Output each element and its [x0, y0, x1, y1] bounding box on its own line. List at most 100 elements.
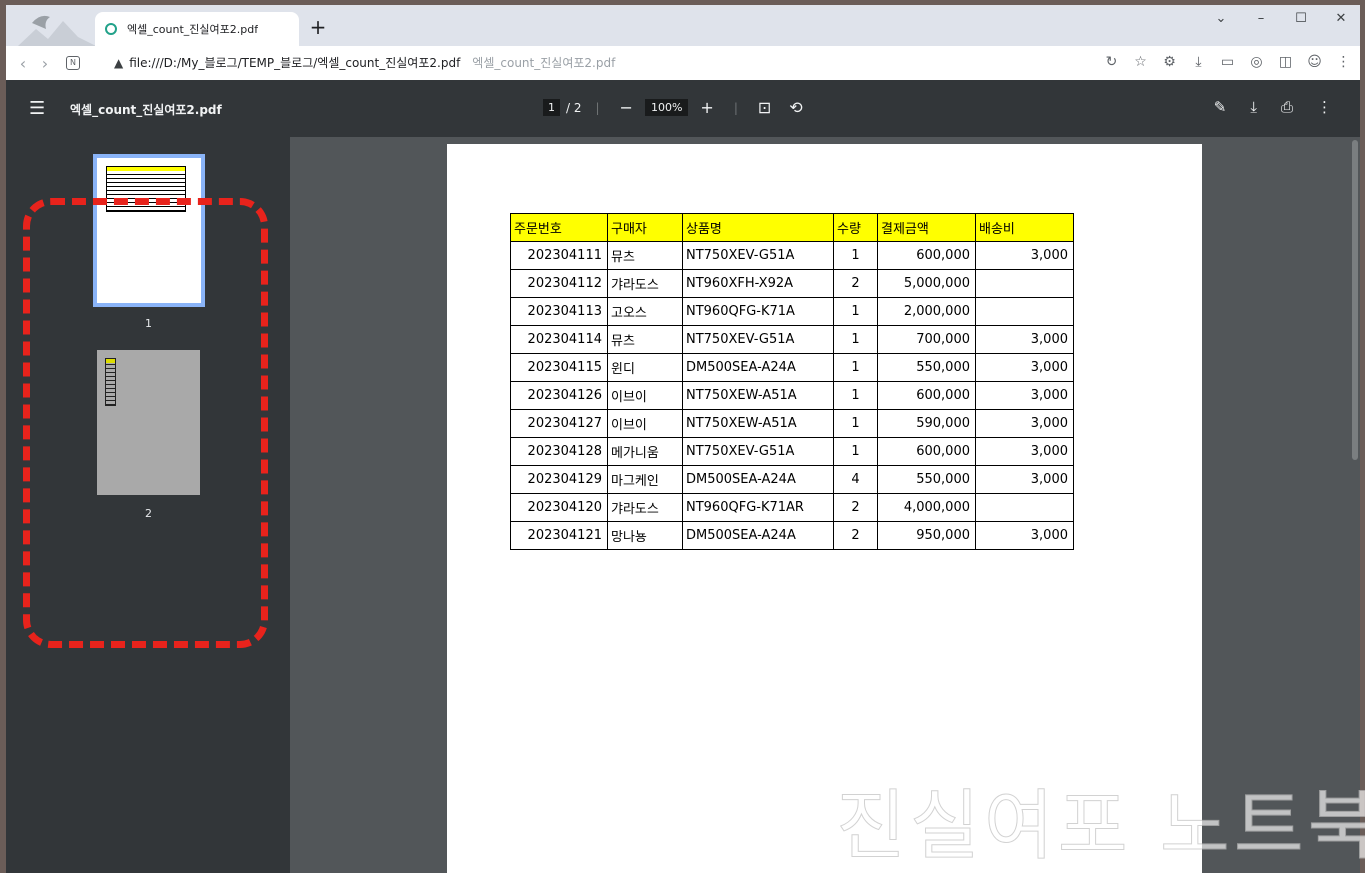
divider: | — [733, 100, 738, 115]
pdf-more-icon[interactable]: ⋮ — [1317, 98, 1332, 116]
table-cell: 갸라도스 — [607, 269, 683, 298]
table-cell: 700,000 — [877, 325, 976, 354]
table-cell: 202304115 — [510, 353, 608, 382]
table-cell: 3,000 — [975, 241, 1074, 270]
annotate-pen-icon[interactable]: ✎ — [1214, 98, 1227, 116]
table-cell: DM500SEA-A24A — [682, 353, 834, 382]
table-cell: 고오스 — [607, 297, 683, 326]
address-bar[interactable]: ▲ file:///D:/My_블로그/TEMP_블로그/엑셀_count_진실… — [114, 54, 615, 71]
new-tab-button[interactable]: + — [308, 17, 328, 37]
pdf-download-icon[interactable]: ⤓ — [1250, 98, 1257, 116]
table-cell: 이브이 — [607, 409, 683, 438]
table-cell: 1 — [833, 353, 878, 382]
more-menu-icon[interactable]: ⋮ — [1335, 54, 1352, 70]
sidebar-menu-icon[interactable]: ☰ — [29, 98, 45, 119]
table-cell: 202304111 — [510, 241, 608, 270]
back-icon[interactable]: ‹ — [12, 54, 34, 73]
rotate-icon[interactable]: ⟲ — [783, 98, 808, 117]
close-button[interactable]: ✕ — [1332, 11, 1350, 26]
table-cell: 202304127 — [510, 409, 608, 438]
extension-icon[interactable]: ⚙ — [1161, 54, 1178, 70]
column-header: 구매자 — [607, 213, 683, 242]
table-cell: 4,000,000 — [877, 493, 976, 522]
table-cell: 5,000,000 — [877, 269, 976, 298]
vertical-scrollbar[interactable] — [1352, 140, 1358, 460]
bookmark-star-icon[interactable]: ☆ — [1132, 54, 1149, 70]
table-row: 202304126 이브이 NT750XEW-A51A 1 600,000 3,000 — [510, 381, 1074, 410]
table-row: 202304111 뮤츠 NT750XEV-G51A 1 600,000 3,000 — [510, 241, 1074, 270]
table-cell: 1 — [833, 409, 878, 438]
table-cell: NT960QFG-K71AR — [682, 493, 834, 522]
download-icon[interactable]: ⤓ — [1190, 54, 1207, 70]
watermark-text: 진실여포 노트북 — [836, 781, 1365, 871]
zoom-input[interactable]: 100% — [644, 99, 689, 116]
table-cell: 3,000 — [975, 437, 1074, 466]
table-cell: 550,000 — [877, 465, 976, 494]
table-cell: 550,000 — [877, 353, 976, 382]
table-cell: 950,000 — [877, 521, 976, 550]
screenshot-icon[interactable]: ◎ — [1248, 54, 1265, 70]
table-cell: 3,000 — [975, 353, 1074, 382]
table-cell — [975, 269, 1074, 298]
column-header: 주문번호 — [510, 213, 608, 242]
table-row: 202304113 고오스 NT960QFG-K71A 1 2,000,000 — [510, 297, 1074, 326]
table-cell: NT750XEW-A51A — [682, 381, 834, 410]
table-cell: 4 — [833, 465, 878, 494]
fit-page-icon[interactable]: ⊡ — [752, 98, 777, 117]
table-row: 202304120 갸라도스 NT960QFG-K71AR 2 4,000,000 — [510, 493, 1074, 522]
url-suggestion: 엑셀_count_진실여포2.pdf — [472, 56, 616, 70]
table-cell: NT750XEW-A51A — [682, 409, 834, 438]
print-icon[interactable]: ⎙ — [1281, 98, 1293, 116]
order-table: 주문번호 구매자 상품명 수량 결제금액 배송비 202304111 뮤츠 NT75… — [510, 213, 1074, 550]
table-cell: 202304121 — [510, 521, 608, 550]
profile-icon[interactable]: ☺ — [1306, 54, 1323, 70]
table-cell: 590,000 — [877, 409, 976, 438]
table-cell: 1 — [833, 297, 878, 326]
pdf-document-name: 엑셀_count_진실여포2.pdf — [70, 103, 222, 117]
table-cell: 202304112 — [510, 269, 608, 298]
table-cell — [975, 297, 1074, 326]
table-cell: 600,000 — [877, 381, 976, 410]
column-header: 결제금액 — [877, 213, 976, 242]
active-tab[interactable]: 엑셀_count_진실여포2.pdf — [95, 12, 299, 46]
table-cell: 1 — [833, 437, 878, 466]
table-row: 202304128 메가니움 NT750XEV-G51A 1 600,000 3,000 — [510, 437, 1074, 466]
table-cell: NT750XEV-G51A — [682, 241, 834, 270]
maximize-button[interactable]: ☐ — [1292, 11, 1310, 26]
table-cell: 3,000 — [975, 325, 1074, 354]
browser-window: 엑셀_count_진실여포2.pdf + ⌄ – ☐ ✕ ‹ › N ▲ fil… — [6, 5, 1360, 873]
site-badge-icon[interactable]: N — [66, 56, 80, 70]
file-warning-icon[interactable]: ▲ — [114, 56, 123, 70]
pdf-tab-icon — [105, 23, 117, 35]
table-cell: 이브이 — [607, 381, 683, 410]
table-cell: 202304120 — [510, 493, 608, 522]
tab-decoration-icon — [18, 15, 96, 46]
column-header: 수량 — [833, 213, 878, 242]
url-text: file:///D:/My_블로그/TEMP_블로그/엑셀_count_진실여포… — [129, 56, 461, 70]
zoom-in-button[interactable]: + — [694, 98, 719, 117]
forward-icon[interactable]: › — [34, 54, 56, 73]
reload-icon[interactable]: ↻ — [1103, 54, 1120, 70]
red-dashed-highlight — [23, 198, 268, 648]
zoom-out-button[interactable]: − — [614, 98, 639, 117]
table-cell: 1 — [833, 381, 878, 410]
table-cell: NT750XEV-G51A — [682, 325, 834, 354]
table-cell: 윈디 — [607, 353, 683, 382]
table-cell: NT750XEV-G51A — [682, 437, 834, 466]
table-header-row: 주문번호 구매자 상품명 수량 결제금액 배송비 — [510, 213, 1074, 242]
tab-search-icon[interactable]: ⌄ — [1212, 11, 1230, 26]
tab-strip: 엑셀_count_진실여포2.pdf + ⌄ – ☐ ✕ — [6, 5, 1360, 46]
minimize-button[interactable]: – — [1252, 11, 1270, 26]
table-cell: 뮤츠 — [607, 241, 683, 270]
window-controls: ⌄ – ☐ ✕ — [1212, 11, 1350, 26]
cast-icon[interactable]: ▭ — [1219, 54, 1236, 70]
table-cell: 메가니움 — [607, 437, 683, 466]
table-cell: 1 — [833, 325, 878, 354]
split-view-icon[interactable]: ◫ — [1277, 54, 1294, 70]
table-cell: 뮤츠 — [607, 325, 683, 354]
page-number-input[interactable]: 1 — [543, 99, 560, 116]
table-cell: 3,000 — [975, 381, 1074, 410]
table-cell: DM500SEA-A24A — [682, 465, 834, 494]
table-cell: 3,000 — [975, 465, 1074, 494]
table-cell: 마그케인 — [607, 465, 683, 494]
